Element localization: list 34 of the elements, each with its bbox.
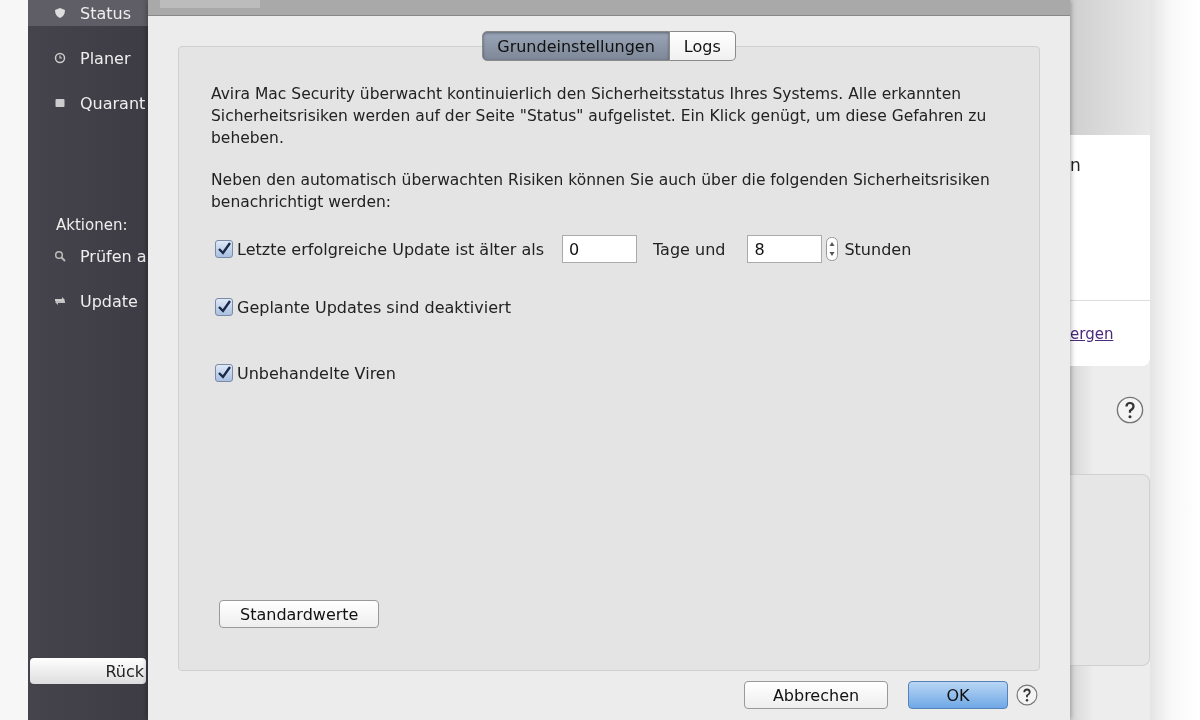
help-icon[interactable] — [1116, 396, 1144, 424]
ok-button[interactable]: OK — [908, 681, 1008, 709]
option-label: Letzte erfolgreiche Update ist älter als — [237, 239, 544, 259]
unit-label: Stunden — [844, 239, 912, 259]
sidebar-action[interactable]: Prüfen a — [28, 244, 148, 268]
cancel-button[interactable]: Abbrechen — [744, 681, 888, 709]
hours-field[interactable]: 8 — [747, 235, 823, 263]
checkbox[interactable] — [215, 298, 233, 316]
checkbox[interactable] — [215, 364, 233, 382]
checkbox[interactable] — [215, 240, 233, 258]
link[interactable]: ergen — [1070, 324, 1114, 343]
intro-text: Avira Mac Security überwacht kontinuierlich den Sicherheitsstatus Ihres Systems. Alle erkannten Sicherheitsrisiken werden auf der Seite "Status" aufgelistet. Ein Klick genügt, um diese Gefahren zu beheben. — [211, 84, 988, 149]
unit-label: Tage und — [652, 239, 726, 259]
option-label: Unbehandelte Viren — [237, 363, 396, 383]
search-icon — [54, 250, 66, 262]
box-icon — [54, 97, 66, 109]
sidebar-item[interactable]: Quarant — [28, 91, 148, 115]
sidebar-item[interactable]: Status — [28, 0, 148, 26]
tab[interactable]: Grundeinstellungen — [482, 31, 670, 61]
tab[interactable]: Logs — [669, 31, 736, 61]
days-field[interactable]: 0 — [561, 235, 637, 263]
sync-icon — [54, 295, 66, 307]
option-label: Geplante Updates sind deaktiviert — [237, 297, 511, 317]
sidebar-action[interactable]: Update — [28, 289, 148, 313]
defaults-button[interactable]: Standardwerte — [219, 600, 380, 628]
sidebar-item[interactable]: Planer — [28, 46, 148, 70]
section-heading: Aktionen: — [55, 216, 129, 234]
note-text: Neben den automatisch überwachten Risiken können Sie auch über die folgenden Sicherheitsrisiken benachrichtigt werden: — [211, 170, 991, 213]
stepper-icon[interactable] — [826, 236, 839, 262]
help-icon[interactable] — [1016, 684, 1038, 706]
shield-icon — [54, 7, 66, 19]
card-text: n — [1070, 155, 1082, 175]
clock-icon — [54, 52, 66, 64]
back-button[interactable]: Rück — [30, 658, 146, 684]
